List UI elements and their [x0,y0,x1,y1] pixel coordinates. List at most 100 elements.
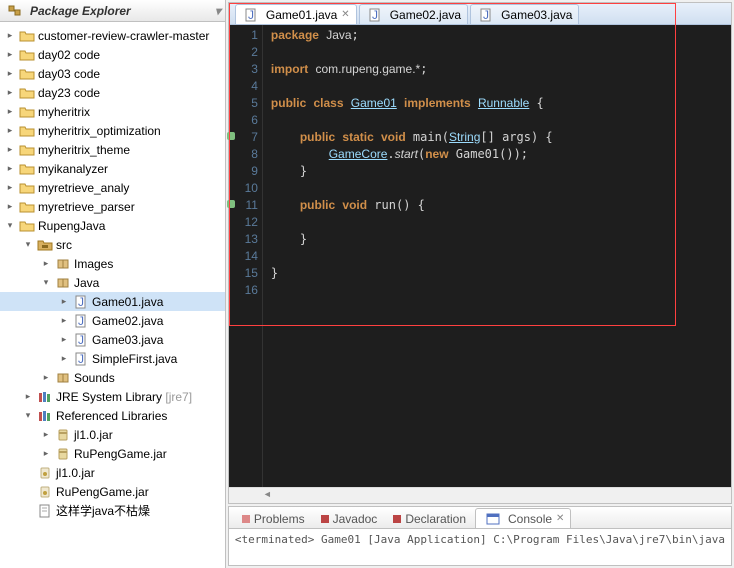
twisty-closed-icon[interactable]: ▸ [4,68,16,80]
tab-label: Console [508,512,552,526]
twisty-closed-icon[interactable]: ▸ [40,372,52,384]
proj-icon [19,66,35,82]
explorer-header: Package Explorer ▾ [0,0,225,22]
tree-label: myheritrix [38,105,90,119]
tree-node[interactable]: ▸ myikanalyzer [0,159,225,178]
tree-node[interactable]: ▸myretrieve_parser [0,197,225,216]
tree-node[interactable]: ▸ myheritrix [0,102,225,121]
tree-node[interactable]: ▾ Java [0,273,225,292]
code-content[interactable]: package Java; import com.rupeng.game.*; … [263,25,731,503]
jarfile-icon [37,484,53,500]
twisty-closed-icon[interactable]: ▸ [58,353,70,365]
svg-text:J: J [78,295,84,309]
proj-icon [19,85,35,101]
tree-node[interactable]: ▸ J SimpleFirst.java [0,349,225,368]
twisty-closed-icon[interactable]: ▸ [22,391,34,403]
twisty-closed-icon[interactable]: ▸ [4,201,16,213]
twisty-closed-icon[interactable]: ▸ [40,429,52,441]
explorer-title: Package Explorer [30,4,131,18]
tree-node[interactable]: ▸JRE System Library [jre7] [0,387,225,406]
line-gutter: 12345678910111213141516 [229,25,263,503]
tree-label: myikanalyzer [38,162,108,176]
tree-node[interactable]: ▸myheritrix_optimization [0,121,225,140]
twisty-closed-icon[interactable]: ▸ [4,30,16,42]
twisty-open-icon[interactable]: ▾ [22,239,34,251]
twisty-closed-icon[interactable]: ▸ [4,125,16,137]
jfile-icon: J [73,313,89,329]
twisty-closed-icon[interactable]: ▸ [4,49,16,61]
tab-label: Javadoc [333,512,378,526]
tree-node[interactable]: ▾Referenced Libraries [0,406,225,425]
bottom-tab-console[interactable]: Console ✕ [475,508,571,528]
tree-node[interactable]: ▸JGame02.java [0,311,225,330]
view-icon [393,515,401,523]
tree-node[interactable]: ▸customer-review-crawler-master [0,26,225,45]
editor-tab[interactable]: JGame03.java [470,4,579,24]
pkg-icon [55,256,71,272]
console-icon [485,511,501,527]
tree-node[interactable]: ▸Sounds [0,368,225,387]
proj-icon [19,123,35,139]
bottom-tab-declaration[interactable]: Declaration [386,508,473,528]
tree-node[interactable]: ▸day03 code [0,64,225,83]
tab-label: Game02.java [390,8,461,22]
tab-label: Problems [254,512,305,526]
tree-label: RupengJava [38,219,105,233]
twisty-closed-icon[interactable]: ▸ [40,448,52,460]
tree-node[interactable]: ▸myretrieve_analy [0,178,225,197]
close-icon[interactable]: ✕ [556,513,564,524]
tab-label: Game01.java [266,8,337,22]
code-editor[interactable]: 12345678910111213141516 package Java; im… [229,25,731,503]
proj-icon [19,180,35,196]
lib-icon [37,408,53,424]
tree-node[interactable]: ▸day02 code [0,45,225,64]
twisty-open-icon[interactable]: ▾ [40,277,52,289]
twisty-none [22,505,34,517]
editor-area: J Game01.java ✕ JGame02.javaJGame03.java 12… [228,2,732,504]
tree-node[interactable]: jl1.0.jar [0,463,225,482]
view-icon [321,515,329,523]
editor-tab[interactable]: JGame02.java [359,4,468,24]
twisty-closed-icon[interactable]: ▸ [4,144,16,156]
proj-icon [19,47,35,63]
tree-node[interactable]: ▾ RupengJava [0,216,225,235]
twisty-closed-icon[interactable]: ▸ [4,163,16,175]
tree-node[interactable]: RuPengGame.jar [0,482,225,501]
tree-node[interactable]: ▸myheritrix_theme [0,140,225,159]
tree-label: RuPengGame.jar [74,447,167,461]
txt-icon [37,503,53,519]
tree-label: Java [74,276,99,290]
tree-node[interactable]: ▸jl1.0.jar [0,425,225,444]
editor-tab[interactable]: J Game01.java ✕ [235,4,357,24]
twisty-closed-icon[interactable]: ▸ [4,106,16,118]
tree-node[interactable]: ▾src [0,235,225,254]
tree-label: SimpleFirst.java [92,352,177,366]
horizontal-scrollbar[interactable] [229,487,731,503]
bottom-tab-javadoc[interactable]: Javadoc [314,508,385,528]
twisty-open-icon[interactable]: ▾ [4,220,16,232]
tree-node[interactable]: ▸JGame03.java [0,330,225,349]
tree-node[interactable]: ▸JGame01.java [0,292,225,311]
jfile-icon: J [73,332,89,348]
twisty-closed-icon[interactable]: ▸ [4,182,16,194]
project-tree[interactable]: ▸customer-review-crawler-master▸day02 co… [0,22,225,568]
twisty-closed-icon[interactable]: ▸ [4,87,16,99]
tree-node[interactable]: ▸day23 code [0,83,225,102]
twisty-closed-icon[interactable]: ▸ [58,296,70,308]
twisty-closed-icon[interactable]: ▸ [58,334,70,346]
twisty-closed-icon[interactable]: ▸ [40,258,52,270]
close-icon[interactable]: ✕ [341,9,349,20]
svg-text:J: J [78,352,84,366]
svg-text:J: J [248,8,254,22]
proj-icon [19,28,35,44]
tree-node[interactable]: 这样学java不枯燥 [0,501,225,520]
bottom-tab-problems[interactable]: Problems [235,508,312,528]
explorer-menu-icon[interactable]: ▾ [215,4,221,18]
tree-node[interactable]: ▸ RuPengGame.jar [0,444,225,463]
tree-node[interactable]: ▸Images [0,254,225,273]
tree-label: jl1.0.jar [56,466,95,480]
twisty-closed-icon[interactable]: ▸ [58,315,70,327]
tree-label: RuPengGame.jar [56,485,149,499]
twisty-open-icon[interactable]: ▾ [22,410,34,422]
view-icon [242,515,250,523]
